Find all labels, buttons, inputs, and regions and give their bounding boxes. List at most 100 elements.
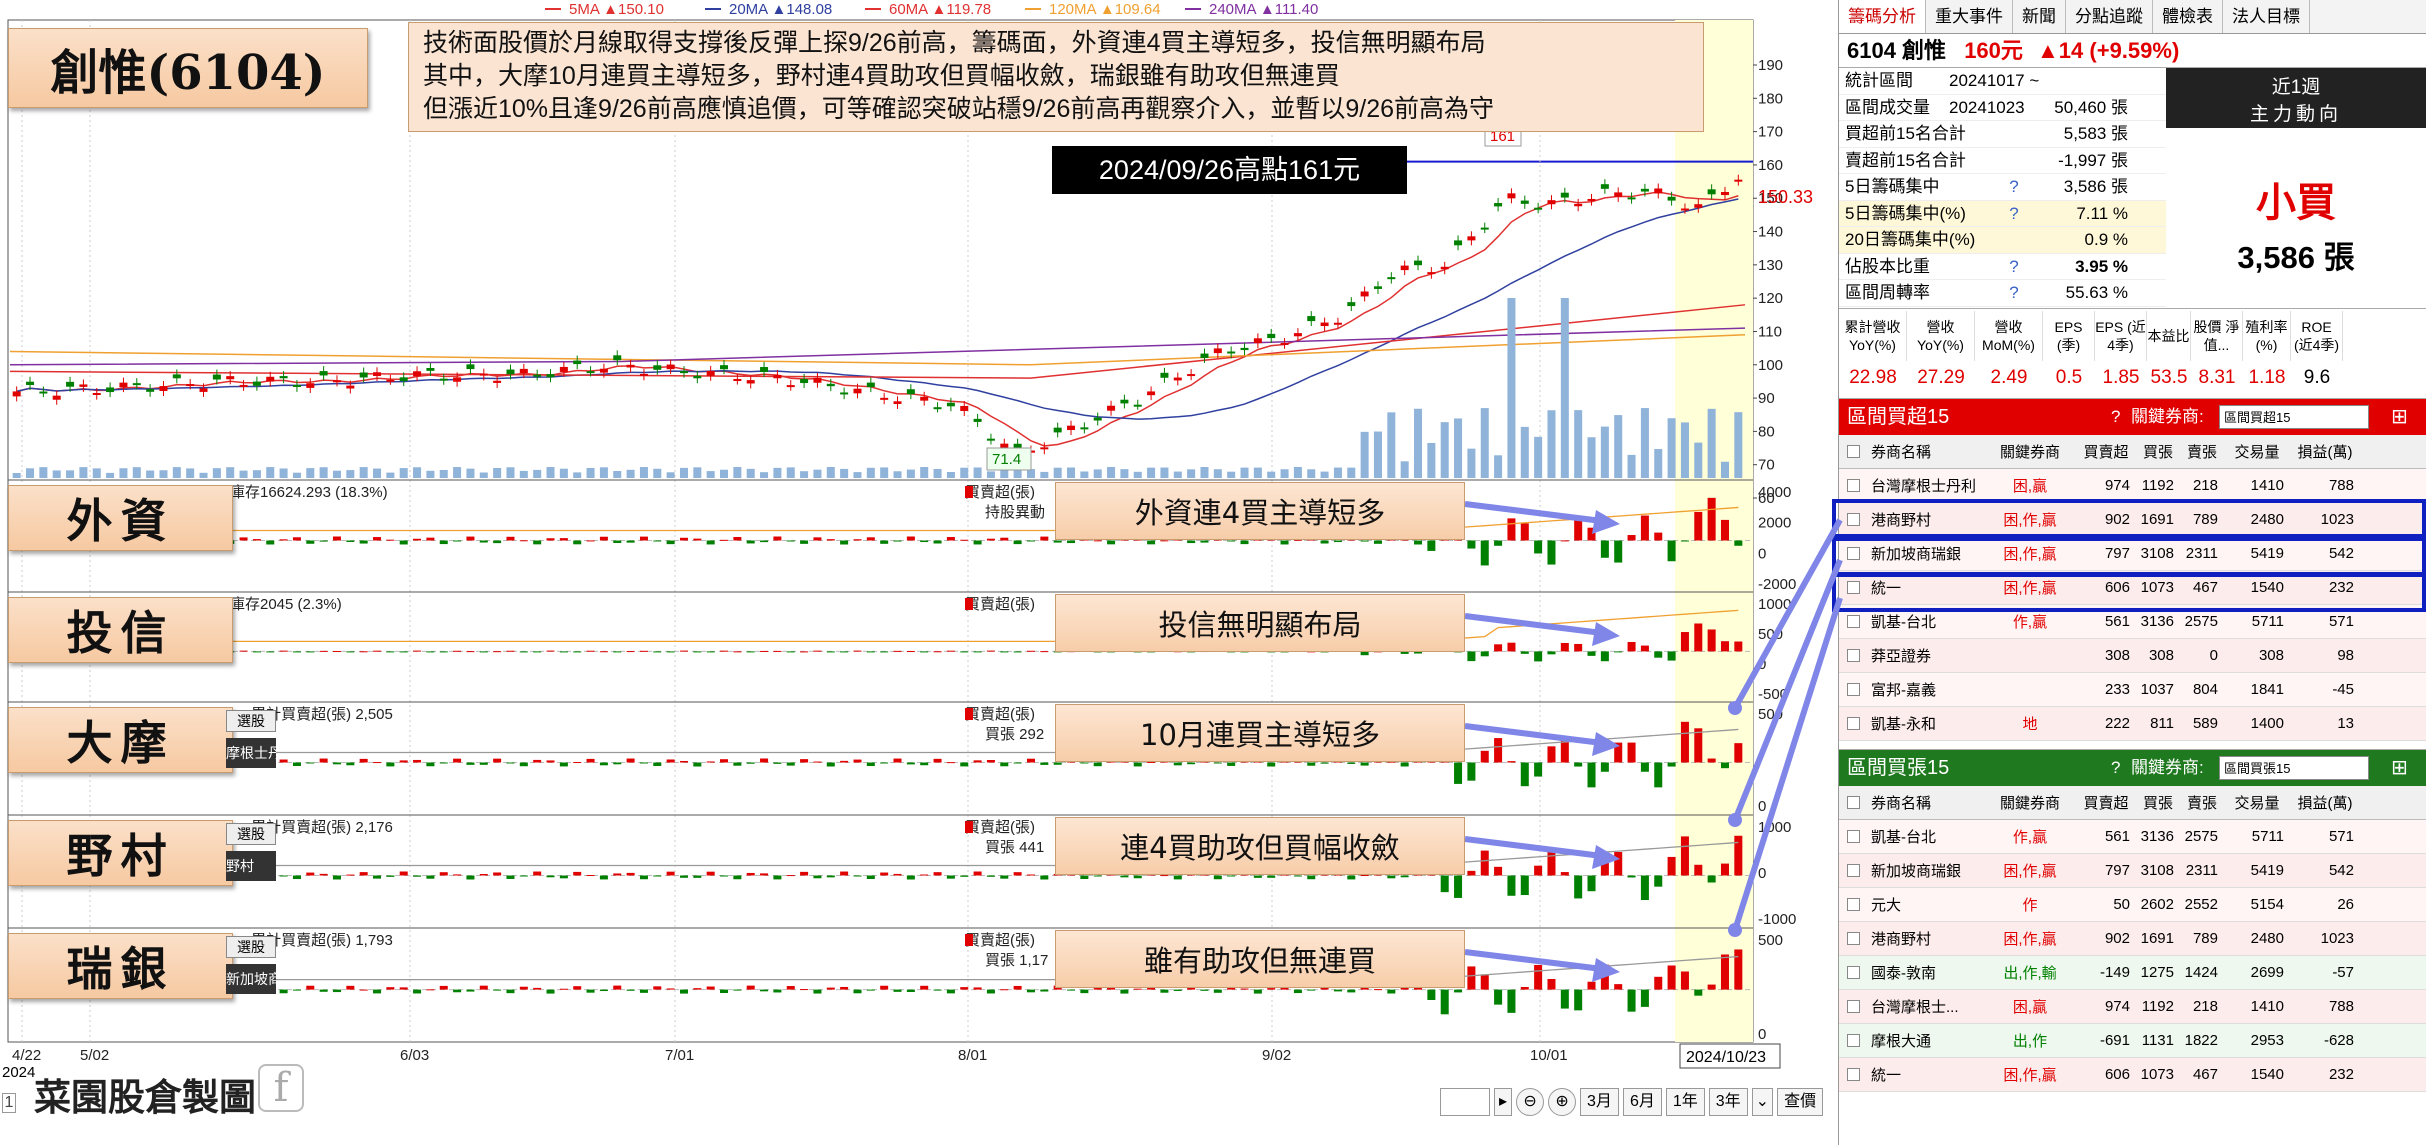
flow-bar (746, 762, 755, 764)
tab-1[interactable]: 重大事件 (1926, 0, 2013, 33)
flow-bar (773, 989, 782, 993)
table-row[interactable]: 凱基-台北 作,贏 561 3136 2575 5711 571 (1839, 605, 2426, 639)
checkbox[interactable] (1846, 932, 1860, 945)
key-broker-label: 關鍵券商: (2131, 407, 2204, 426)
checkbox[interactable] (1846, 445, 1860, 458)
checkbox[interactable] (1846, 864, 1860, 877)
grid-icon[interactable]: ⊞ (2391, 399, 2408, 435)
table-row[interactable]: 富邦-嘉義 233 1037 804 1841 -45 (1839, 673, 2426, 707)
volume-bar (1080, 471, 1089, 478)
flow-bar (1373, 989, 1382, 991)
help-icon[interactable] (1994, 121, 2034, 147)
flow-bar (306, 985, 315, 990)
flow-bar (1627, 742, 1636, 763)
tab-0[interactable]: 籌碼分析 (1839, 0, 1926, 33)
flow-bar (933, 989, 942, 991)
tab-2[interactable]: 新聞 (2013, 0, 2066, 33)
help-icon[interactable]: ? (1994, 174, 2034, 200)
grid-icon[interactable]: ⊞ (2391, 750, 2408, 786)
sell-select[interactable]: 區間買張15 (2219, 756, 2369, 780)
table-row[interactable]: 新加坡商瑞銀 困,作,贏 797 3108 2311 5419 542 (1839, 854, 2426, 888)
table-row[interactable]: 摩根大通 出,作 -691 1131 1822 2953 -628 (1839, 1024, 2426, 1058)
candle (1600, 184, 1609, 189)
stats-list: 統計區間 20241017 ~ 20241023 區間成交量 50,460 張買超前1… (1839, 68, 2166, 308)
table-row[interactable]: 新加坡商瑞銀 困,作,贏 797 3108 2311 5419 542 (1839, 537, 2426, 571)
flow-bar (973, 540, 982, 545)
checkbox[interactable] (1846, 1000, 1860, 1013)
table-row[interactable]: 莽亞證券 308 308 0 308 98 (1839, 639, 2426, 673)
fund-head: 股價 淨值... (2191, 311, 2243, 361)
zoom-out-icon[interactable]: ⊖ (1516, 1088, 1545, 1116)
checkbox[interactable] (1846, 581, 1860, 594)
checkbox[interactable] (1846, 615, 1860, 628)
flow-bar (373, 537, 382, 541)
flow-bar (826, 762, 835, 767)
range-1y-button[interactable]: 1年 (1665, 1088, 1705, 1116)
table-row[interactable]: 統一 困,作,贏 606 1073 467 1540 232 (1839, 571, 2426, 605)
table-row[interactable]: 凱基-台北 作,贏 561 3136 2575 5711 571 (1839, 820, 2426, 854)
legend-swatch (965, 934, 973, 946)
table-cell: 地 (2022, 716, 2038, 733)
checkbox[interactable] (1846, 1034, 1860, 1047)
checkbox[interactable] (1846, 898, 1860, 911)
candle (626, 364, 635, 368)
help-icon[interactable] (1994, 227, 2034, 253)
range-dropdown-icon[interactable]: ⌄ (1751, 1088, 1774, 1116)
checkbox[interactable] (1846, 717, 1860, 730)
flow-bar (733, 989, 742, 991)
checkbox[interactable] (1846, 1068, 1860, 1081)
range-3m-button[interactable]: 3月 (1580, 1088, 1619, 1116)
play-button[interactable]: ▸ (1494, 1088, 1513, 1116)
tab-4[interactable]: 體檢表 (2153, 0, 2223, 33)
buy-select[interactable]: 區間買超15 (2219, 405, 2369, 429)
tab-5[interactable]: 法人目標 (2223, 0, 2310, 33)
checkbox[interactable] (1846, 796, 1860, 809)
help-icon[interactable]: ? (2111, 750, 2120, 786)
range-3y-button[interactable]: 3年 (1708, 1088, 1748, 1116)
zoom-in-icon[interactable]: ⊕ (1548, 1088, 1577, 1116)
tab-3[interactable]: 分點追蹤 (2066, 0, 2153, 33)
flow-bar (1707, 497, 1716, 541)
broker-select-button[interactable]: 選股 (226, 710, 276, 732)
flow-bar (319, 540, 328, 542)
table-row[interactable]: 凱基-永和 地 222 811 589 1400 13 (1839, 707, 2426, 741)
broker-select-button[interactable]: 選股 (226, 823, 276, 845)
checkbox[interactable] (1846, 547, 1860, 560)
checkbox[interactable] (1846, 479, 1860, 492)
table-row[interactable]: 統一 困,作,贏 606 1073 467 1540 232 (1839, 1058, 2426, 1092)
help-icon[interactable]: ? (1994, 280, 2034, 306)
facebook-icon: f (258, 1064, 304, 1112)
table-row[interactable]: 港商野村 困,作,贏 902 1691 789 2480 1023 (1839, 922, 2426, 956)
query-button[interactable]: 查價 (1777, 1088, 1824, 1116)
table-row[interactable]: 台灣摩根士... 困,贏 974 1192 218 1410 788 (1839, 990, 2426, 1024)
help-icon[interactable] (1994, 95, 2034, 121)
checkbox[interactable] (1846, 513, 1860, 526)
table-row[interactable]: 港商野村 困,作,贏 902 1691 789 2480 1023 (1839, 503, 2426, 537)
help-icon[interactable]: ? (1994, 254, 2034, 280)
flow-bar (973, 987, 982, 990)
help-icon[interactable]: ? (1994, 201, 2034, 227)
table-cell: 1400 (2250, 715, 2284, 732)
legend-swatch (965, 598, 973, 610)
range-6m-button[interactable]: 6月 (1622, 1088, 1662, 1116)
volume-bar (866, 467, 875, 478)
table-cell: 1131 (2141, 1032, 2174, 1049)
volume-bar (1454, 418, 1463, 478)
table-row[interactable]: 國泰-敦南 出,作,輸 -149 1275 1424 2699 -57 (1839, 956, 2426, 990)
checkbox[interactable] (1846, 830, 1860, 843)
table-row[interactable]: 元大 作 50 2602 2552 5154 26 (1839, 888, 2426, 922)
checkbox[interactable] (1846, 649, 1860, 662)
ma-line (16, 198, 1739, 420)
checkbox[interactable] (1846, 966, 1860, 979)
broker-select-button[interactable]: 選股 (226, 936, 276, 958)
help-icon[interactable] (1994, 148, 2034, 174)
panel-info: 庫存2045 (2.3%) (230, 596, 342, 613)
help-icon[interactable]: ? (2111, 399, 2120, 435)
checkbox[interactable] (1846, 683, 1860, 696)
table-row[interactable]: 台灣摩根士丹利 困,贏 974 1192 218 1410 788 (1839, 469, 2426, 503)
col-header: 交易量 (2234, 795, 2280, 812)
stat-value: 0.9 % (2084, 230, 2128, 249)
flow-bar (1040, 536, 1049, 541)
flow-bar (720, 650, 729, 652)
date-input[interactable] (1440, 1088, 1490, 1116)
